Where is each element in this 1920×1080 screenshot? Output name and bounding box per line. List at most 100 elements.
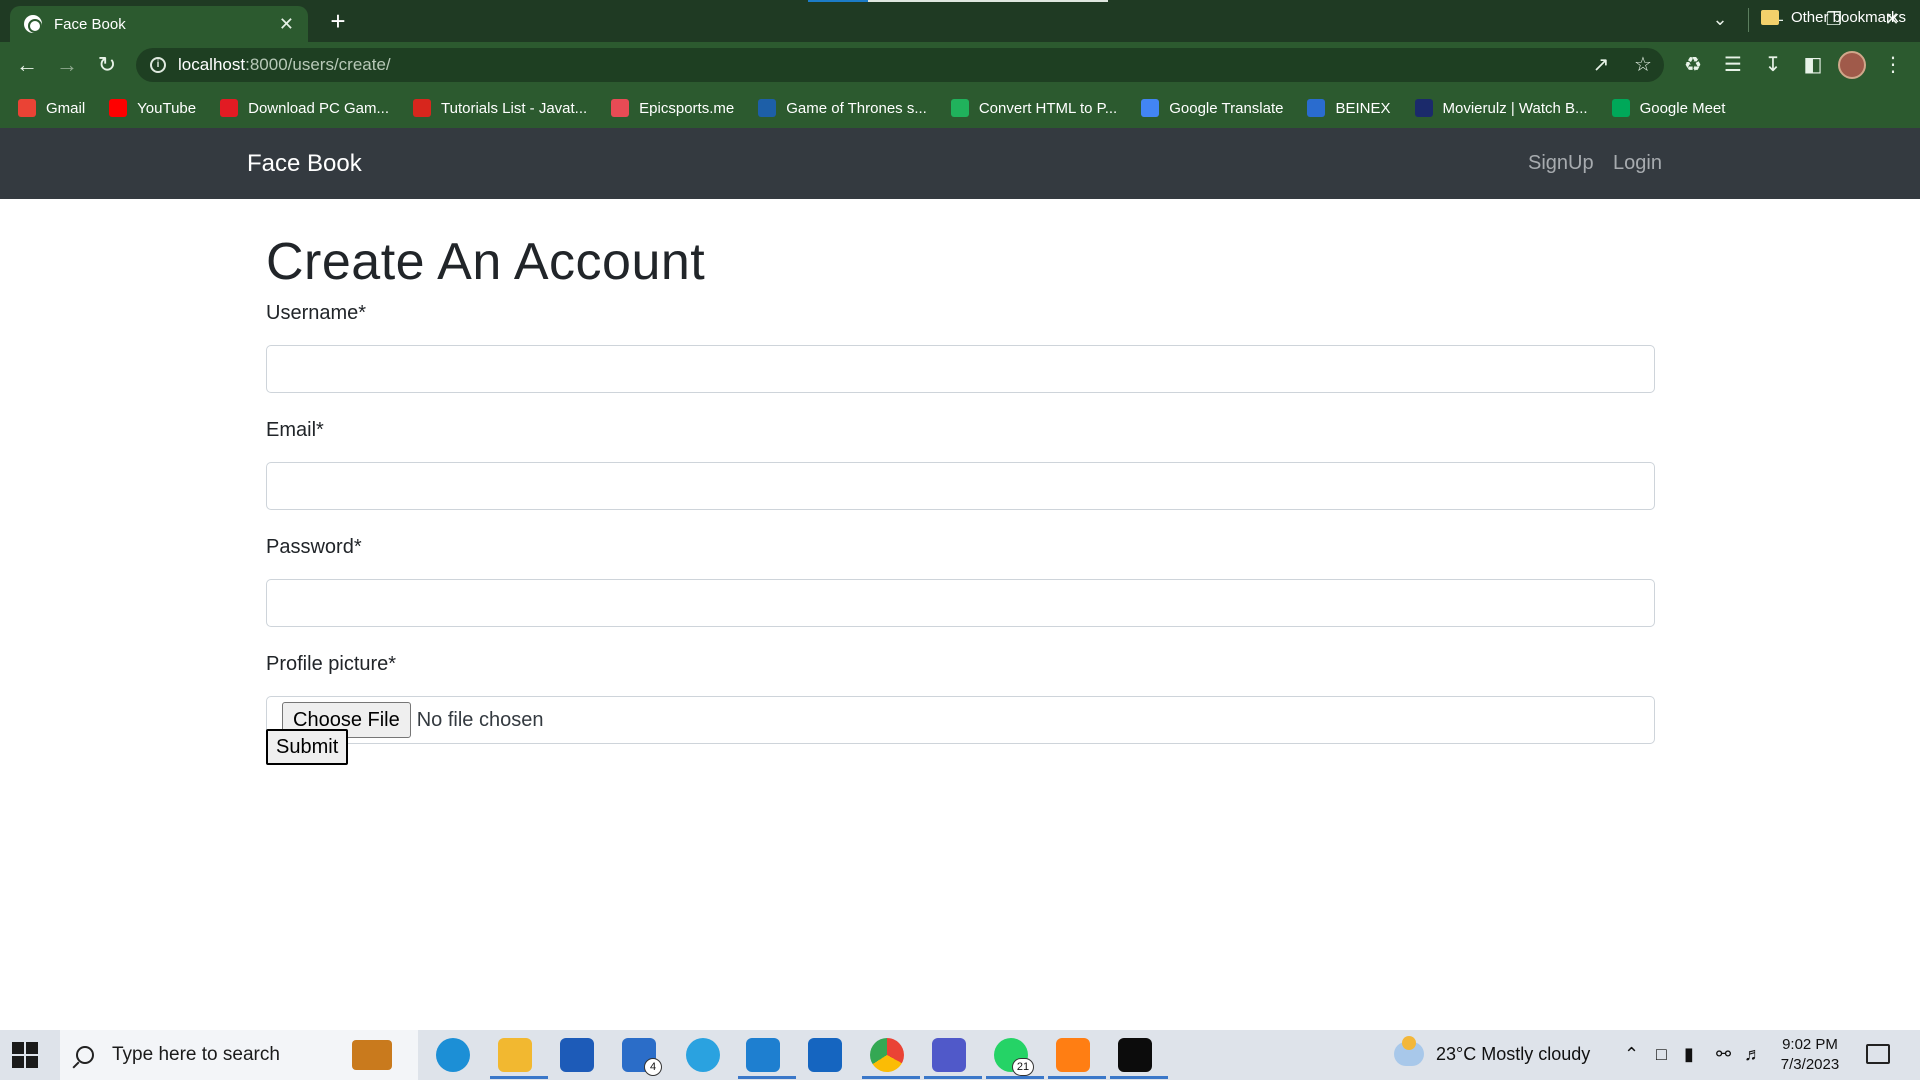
bookmark-favicon-icon	[950, 99, 969, 117]
brand-link[interactable]: Face Book	[247, 150, 362, 178]
password-group: Password*	[266, 536, 1656, 627]
battery-icon[interactable]: ▮	[1684, 1044, 1694, 1065]
close-tab-icon[interactable]: ✕	[279, 14, 294, 35]
bookmark-label: Epicsports.me	[639, 99, 735, 117]
clock-time: 9:02 PM	[1782, 1036, 1838, 1053]
back-arrow-icon[interactable]: ←	[10, 48, 44, 82]
windows-taskbar: Type here to search 4 21 23°C Mostly clo…	[0, 1030, 1920, 1080]
browser-tab-active[interactable]: Face Book ✕	[10, 6, 308, 42]
nav-signup-link[interactable]: SignUp	[1528, 152, 1594, 175]
bookmark-item[interactable]: Google Meet	[1611, 99, 1725, 117]
forward-arrow-icon[interactable]: →	[50, 48, 84, 82]
create-account-form: Create An Account Username* Email* Passw…	[266, 199, 1656, 770]
vscode-active-indicator	[738, 1076, 796, 1079]
show-hidden-icons-chevron-icon[interactable]: ⌃	[1624, 1044, 1639, 1065]
username-label: Username*	[266, 302, 367, 324]
telegram-icon[interactable]	[686, 1038, 720, 1072]
bookmark-item[interactable]: Download PC Gam...	[220, 99, 389, 117]
password-input[interactable]	[266, 579, 1655, 627]
other-bookmarks[interactable]: Other bookmarks	[1760, 9, 1906, 26]
bookmarks-bar: Gmail YouTube Download PC Gam... Tutorials …	[0, 88, 1920, 128]
teams-icon[interactable]	[932, 1038, 966, 1072]
page-title: Create An Account	[266, 233, 706, 291]
profile-picture-group: Profile picture* Choose File No file cho…	[266, 653, 1656, 744]
bookmark-star-icon[interactable]: ☆	[1628, 50, 1658, 80]
username-input[interactable]	[266, 345, 1655, 393]
bookmark-label: YouTube	[137, 99, 197, 117]
reload-icon[interactable]: ↻	[90, 48, 124, 82]
bookmark-favicon-icon	[109, 99, 128, 117]
tab-title: Face Book	[54, 15, 126, 33]
extensions-puzzle-icon[interactable]: ♻	[1678, 50, 1708, 80]
share-icon[interactable]: ↗	[1586, 50, 1616, 80]
globe-icon	[24, 15, 42, 33]
profile-avatar[interactable]	[1838, 51, 1866, 79]
media-queue-icon[interactable]: ☰	[1718, 50, 1748, 80]
address-bar[interactable]: i localhost:8000/users/create/	[136, 48, 1664, 82]
bookmark-item[interactable]: Gmail	[18, 99, 85, 117]
email-input[interactable]	[266, 462, 1655, 510]
whatsapp-active-indicator	[986, 1076, 1044, 1079]
bookmark-favicon-icon	[1414, 99, 1433, 117]
tab-search-chevron-icon[interactable]: ⌄	[1692, 0, 1748, 42]
submit-button[interactable]: Submit	[266, 729, 349, 765]
bookmark-item[interactable]: Tutorials List - Javat...	[413, 99, 587, 117]
browser-tab-bar: Face Book ✕ + ⌄ — ❐ ✕	[0, 0, 1920, 42]
taskbar-search-box[interactable]: Type here to search	[60, 1030, 418, 1080]
url-path: :8000/users/create/	[245, 55, 391, 74]
bookmark-item[interactable]: Google Translate	[1141, 99, 1283, 117]
terminal-active-indicator	[1110, 1076, 1168, 1079]
mail-badge: 4	[644, 1058, 662, 1076]
windows-start-icon[interactable]	[12, 1042, 38, 1068]
microsoft-store-icon[interactable]	[560, 1038, 594, 1072]
volume-icon[interactable]: ♬	[1744, 1044, 1762, 1065]
whatsapp-icon[interactable]: 21	[994, 1038, 1034, 1076]
taskbar-clock[interactable]: 9:02 PM 7/3/2023	[1770, 1035, 1850, 1075]
sublime-text-icon[interactable]	[1056, 1038, 1090, 1072]
bookmark-label: Google Translate	[1169, 99, 1284, 117]
mail-icon[interactable]: 4	[622, 1038, 662, 1076]
meet-now-icon[interactable]: □	[1656, 1044, 1667, 1065]
bookmark-favicon-icon	[758, 99, 777, 117]
profile-picture-file-input[interactable]: Choose File No file chosen	[266, 696, 1655, 744]
bookmark-item[interactable]: Epicsports.me	[611, 99, 734, 117]
wifi-icon[interactable]: ⚯	[1716, 1044, 1731, 1065]
briefcase-icon[interactable]	[352, 1040, 392, 1070]
new-tab-button[interactable]: +	[322, 6, 354, 38]
outlook-icon[interactable]	[808, 1038, 842, 1072]
bookmark-label: Gmail	[46, 99, 86, 117]
email-label: Email*	[266, 419, 324, 441]
file-explorer-icon[interactable]	[498, 1038, 532, 1072]
bookmark-item[interactable]: BEINEX	[1307, 99, 1391, 117]
vscode-icon[interactable]	[746, 1038, 780, 1072]
clock-date: 7/3/2023	[1780, 1056, 1840, 1073]
edge-icon[interactable]	[436, 1038, 470, 1072]
weather-text[interactable]: 23°C Mostly cloudy	[1436, 1044, 1590, 1065]
bookmark-favicon-icon	[220, 99, 239, 117]
search-icon	[76, 1046, 94, 1064]
terminal-icon[interactable]	[1118, 1038, 1152, 1072]
weather-cloud-icon[interactable]	[1394, 1036, 1424, 1066]
no-file-status: No file chosen	[416, 708, 544, 731]
menu-kebab-icon[interactable]: ⋮	[1878, 50, 1908, 80]
bookmark-item[interactable]: YouTube	[109, 99, 196, 117]
chrome-icon[interactable]	[870, 1038, 904, 1072]
email-group: Email*	[266, 419, 1656, 510]
notification-center-icon[interactable]	[1866, 1044, 1890, 1064]
bookmark-item[interactable]: Convert HTML to P...	[950, 99, 1117, 117]
bookmark-label: Movierulz | Watch B...	[1442, 99, 1588, 117]
other-bookmarks-label: Other bookmarks	[1790, 9, 1906, 26]
sublime-active-indicator	[1048, 1076, 1106, 1079]
browser-toolbar: ← → ↻ i localhost:8000/users/create/ ↗ ☆…	[0, 42, 1920, 88]
download-icon[interactable]: ↧	[1758, 50, 1788, 80]
bookmark-favicon-icon	[1141, 99, 1160, 117]
site-info-icon[interactable]: i	[150, 57, 166, 73]
tab-strip-indicator-accent	[808, 0, 868, 2]
side-panel-icon[interactable]: ◧	[1798, 50, 1828, 80]
bookmark-item[interactable]: Movierulz | Watch B...	[1414, 99, 1588, 117]
bookmark-item[interactable]: Game of Thrones s...	[758, 99, 927, 117]
nav-login-link[interactable]: Login	[1613, 152, 1662, 175]
chrome-active-indicator	[862, 1076, 920, 1079]
file-explorer-active-indicator	[490, 1076, 548, 1079]
bookmark-favicon-icon	[611, 99, 630, 117]
